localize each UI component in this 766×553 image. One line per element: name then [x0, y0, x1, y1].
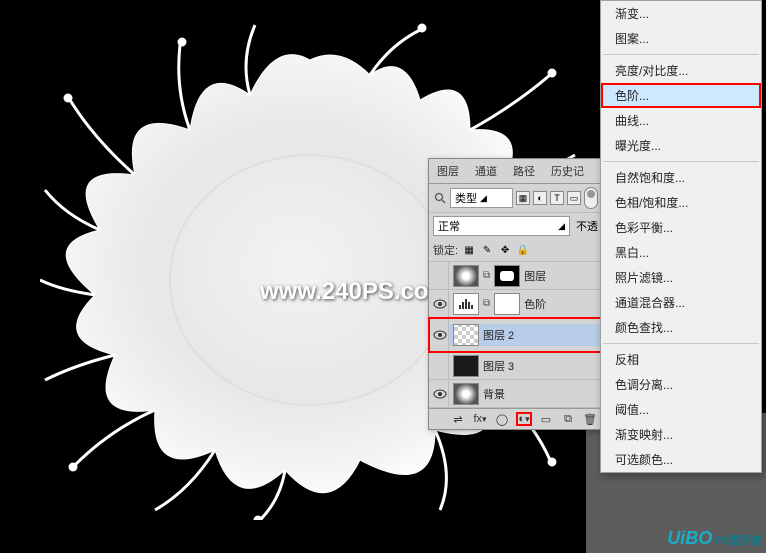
visibility-toggle[interactable] [431, 352, 449, 379]
blend-row: 正常 ◢ 不透 [429, 213, 602, 239]
menu-separator [603, 54, 759, 55]
layer-row[interactable]: 背景 [429, 380, 602, 408]
adjustment-thumbnail[interactable] [453, 293, 479, 315]
filter-icon[interactable] [433, 191, 447, 205]
menu-pattern[interactable]: 图案... [601, 26, 761, 51]
layer-thumbnail[interactable] [453, 355, 479, 377]
menu-invert[interactable]: 反相 [601, 347, 761, 372]
menu-threshold[interactable]: 阈值... [601, 397, 761, 422]
adjustment-layer-menu: 渐变... 图案... 亮度/对比度... 色阶... 曲线... 曝光度...… [600, 0, 762, 473]
pixel-layers-icon[interactable]: ▦ [516, 191, 530, 205]
menu-hue-saturation[interactable]: 色相/饱和度... [601, 190, 761, 215]
menu-brightness-contrast[interactable]: 亮度/对比度... [601, 58, 761, 83]
layer-row-selected[interactable]: 图层 2 [429, 318, 602, 352]
filter-toggle[interactable] [584, 187, 598, 209]
menu-black-white[interactable]: 黑白... [601, 240, 761, 265]
delete-layer-icon[interactable]: 🗑 [582, 412, 598, 426]
panel-tabs: 图层 通道 路径 历史记 [429, 159, 602, 184]
layer-name[interactable]: 图层 [524, 268, 546, 284]
eye-icon [433, 299, 447, 309]
link-icon: ⧉ [483, 298, 490, 309]
filter-row: 类型 ◢ ▦ ◐ T ▭ [429, 184, 602, 213]
menu-posterize[interactable]: 色调分离... [601, 372, 761, 397]
menu-color-balance[interactable]: 色彩平衡... [601, 215, 761, 240]
tab-paths[interactable]: 路径 [505, 159, 543, 183]
menu-vibrance[interactable]: 自然饱和度... [601, 165, 761, 190]
layer-name[interactable]: 图层 2 [483, 327, 514, 343]
layer-row[interactable]: ⧉ 图层 [429, 262, 602, 290]
menu-color-lookup[interactable]: 颜色查找... [601, 315, 761, 340]
link-layers-icon[interactable]: ⇌ [450, 412, 466, 426]
new-adjustment-layer-icon[interactable]: ◐▾ [516, 412, 532, 426]
layer-thumbnail[interactable] [453, 383, 479, 405]
visibility-toggle[interactable] [431, 290, 449, 317]
menu-separator [603, 343, 759, 344]
shape-filter-icon[interactable]: ▭ [567, 191, 581, 205]
new-group-icon[interactable]: ▭ [538, 412, 554, 426]
layers-panel: 图层 通道 路径 历史记 类型 ◢ ▦ ◐ T ▭ 正常 ◢ 不透 锁定: ▦ … [428, 158, 603, 430]
visibility-toggle[interactable] [431, 380, 449, 407]
layer-thumbnail[interactable] [453, 324, 479, 346]
link-icon: ⧉ [483, 270, 490, 281]
site-logo: UiBOPS爱好者 [667, 528, 762, 549]
panel-footer: ⇌ fx▾ ◯ ◐▾ ▭ ⧉ 🗑 [429, 408, 602, 429]
menu-exposure[interactable]: 曝光度... [601, 133, 761, 158]
layer-name[interactable]: 图层 3 [483, 358, 514, 374]
menu-gradient[interactable]: 渐变... [601, 1, 761, 26]
type-filter-icon[interactable]: T [550, 191, 564, 205]
watermark-text: www.240PS.com [260, 278, 450, 306]
blend-mode-select[interactable]: 正常 ◢ [433, 216, 570, 236]
layer-row[interactable]: 图层 3 [429, 352, 602, 380]
logo-sub: PS爱好者 [714, 532, 762, 548]
layer-row[interactable]: ⧉ 色阶 [429, 290, 602, 318]
tab-layers[interactable]: 图层 [429, 159, 467, 183]
fx-icon[interactable]: fx▾ [472, 412, 488, 426]
layer-mask-thumbnail[interactable] [494, 265, 520, 287]
layer-name[interactable]: 色阶 [524, 296, 546, 312]
tab-history[interactable]: 历史记 [543, 159, 592, 183]
menu-curves[interactable]: 曲线... [601, 108, 761, 133]
menu-selective-color[interactable]: 可选颜色... [601, 447, 761, 472]
blend-mode-value: 正常 [438, 218, 460, 234]
layer-mask-thumbnail[interactable] [494, 293, 520, 315]
visibility-toggle[interactable] [431, 262, 449, 289]
add-mask-icon[interactable]: ◯ [494, 412, 510, 426]
lock-label: 锁定: [433, 242, 458, 258]
lock-transparent-icon[interactable]: ▦ [462, 243, 476, 257]
chevron-down-icon: ◢ [558, 221, 565, 232]
menu-levels[interactable]: 色阶... [601, 83, 761, 108]
lock-row: 锁定: ▦ ✎ ✥ 🔒 [429, 239, 602, 262]
levels-icon [457, 297, 475, 311]
adjustment-filter-icon[interactable]: ◐ [533, 191, 547, 205]
chevron-down-icon: ◢ [480, 193, 487, 204]
lock-all-icon[interactable]: 🔒 [516, 243, 530, 257]
filter-type-label: 类型 [455, 190, 477, 206]
layer-thumbnail[interactable] [453, 265, 479, 287]
visibility-toggle[interactable] [431, 318, 449, 351]
layer-list: ⧉ 图层 ⧉ 色阶 [429, 262, 602, 408]
eye-icon [433, 330, 447, 340]
opacity-label: 不透 [576, 218, 598, 234]
tab-channels[interactable]: 通道 [467, 159, 505, 183]
new-layer-icon[interactable]: ⧉ [560, 412, 576, 426]
menu-photo-filter[interactable]: 照片滤镜... [601, 265, 761, 290]
lock-position-icon[interactable]: ✥ [498, 243, 512, 257]
layer-name[interactable]: 背景 [483, 386, 505, 402]
lock-pixels-icon[interactable]: ✎ [480, 243, 494, 257]
layer-filter-type[interactable]: 类型 ◢ [450, 188, 513, 208]
menu-separator [603, 161, 759, 162]
logo-main: UiBO [667, 528, 712, 548]
menu-gradient-map[interactable]: 渐变映射... [601, 422, 761, 447]
eye-icon [433, 389, 447, 399]
menu-channel-mixer[interactable]: 通道混合器... [601, 290, 761, 315]
